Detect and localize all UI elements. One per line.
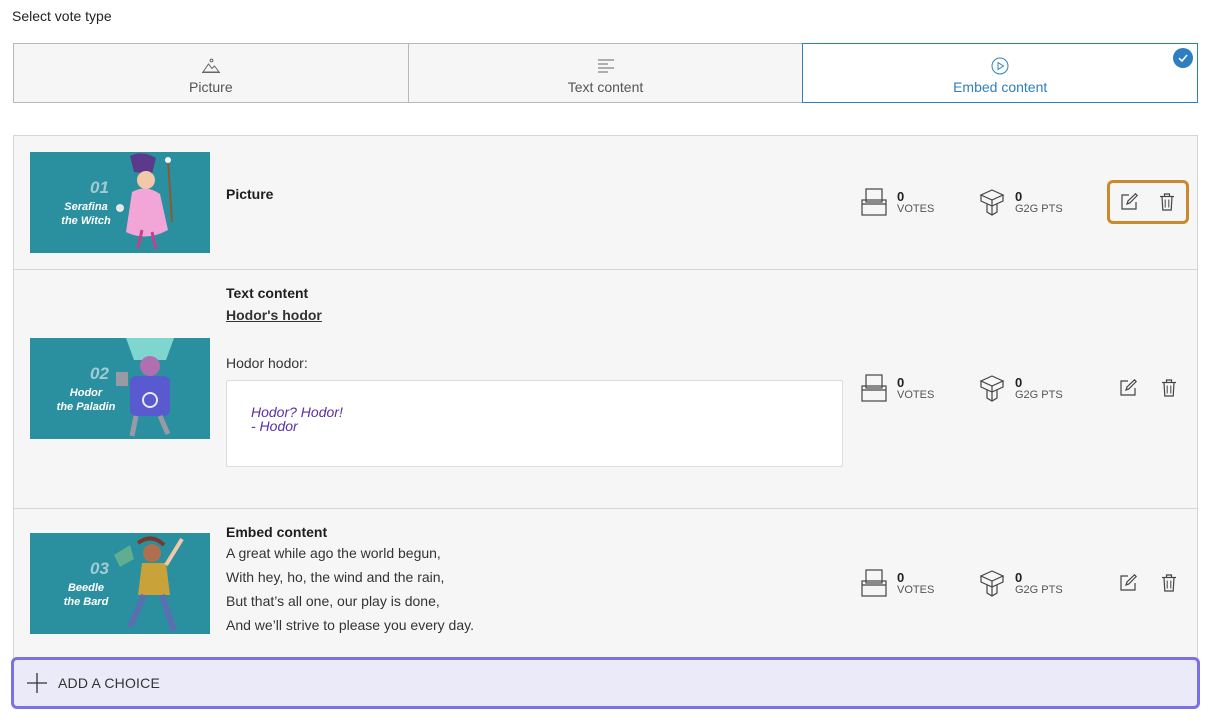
votes-count: 0 (897, 188, 905, 204)
edit-icon (1121, 193, 1138, 210)
add-choice-button[interactable]: ADD A CHOICE (11, 657, 1200, 709)
quote-block: Hodor? Hodor! - Hodor (226, 380, 843, 467)
points-label: G2G PTS (1015, 583, 1063, 596)
votes-count: 0 (897, 374, 905, 390)
choice-title: Embed content (226, 524, 328, 540)
points-label: G2G PTS (1015, 388, 1063, 401)
trash-icon (1161, 574, 1176, 592)
character-name: Hodor the Paladin (56, 387, 116, 413)
character-name: Serafina the Witch (61, 201, 111, 227)
plus-icon (27, 673, 47, 693)
votes-label: VOTES (897, 202, 935, 215)
choice-thumbnail: 01 Serafina the Witch (30, 152, 210, 253)
selected-check-icon (1173, 48, 1194, 68)
delete-button[interactable] (1158, 377, 1180, 399)
edit-button[interactable] (1118, 191, 1140, 213)
votes-stat: 0 VOTES (861, 569, 934, 597)
g2g-points-icon (979, 189, 1005, 216)
add-choice-label: ADD A CHOICE (58, 675, 160, 691)
tab-embed-content[interactable]: Embed content (802, 43, 1199, 103)
g2g-points-icon (979, 375, 1005, 402)
choice-number: 03 (90, 559, 109, 578)
delete-button[interactable] (1156, 191, 1178, 213)
vote-type-tabs: Picture Text content Embed content (13, 43, 1199, 103)
choice-actions (1107, 180, 1189, 224)
ballot-box-icon (861, 569, 887, 597)
ballot-box-icon (861, 188, 887, 216)
edit-button[interactable] (1117, 572, 1139, 594)
choice-poem-text: A great while ago the world begun, With … (226, 545, 474, 633)
choice-list: 01 Serafina the Witch Picture 0 VOTES 0 … (13, 135, 1198, 659)
choice-number: 02 (90, 364, 109, 383)
choice-number: 01 (90, 178, 109, 197)
choice-title: Text content (226, 285, 309, 301)
votes-stat: 0 VOTES (861, 188, 934, 216)
choice-item: 01 Serafina the Witch Picture 0 VOTES 0 … (14, 136, 1197, 270)
tab-text-content[interactable]: Text content (407, 43, 803, 103)
tab-label: Picture (189, 79, 233, 95)
text-lines-icon (597, 59, 614, 73)
tab-picture[interactable]: Picture (13, 43, 408, 103)
points-label: G2G PTS (1015, 202, 1063, 215)
choice-item: 03 Beedle the Bard Embed content A great… (14, 509, 1197, 659)
choice-subtitle-link[interactable]: Hodor's hodor (226, 307, 322, 323)
edit-icon (1119, 574, 1137, 591)
trash-icon (1160, 193, 1174, 211)
picture-icon (201, 58, 220, 73)
quote-text: Hodor? Hodor! - Hodor (251, 404, 343, 434)
points-count: 0 (1015, 569, 1023, 585)
points-stat: 0 G2G PTS (979, 188, 1063, 216)
play-circle-icon (991, 57, 1009, 75)
character-illustration (116, 338, 174, 437)
tab-label: Text content (567, 79, 644, 95)
character-name: Beedle the Bard (63, 582, 109, 608)
choice-title: Picture (226, 186, 274, 202)
choice-thumbnail: 03 Beedle the Bard (30, 533, 210, 634)
votes-label: VOTES (897, 388, 935, 401)
votes-stat: 0 VOTES (861, 374, 934, 402)
choice-description: Hodor hodor: (226, 355, 308, 371)
points-count: 0 (1015, 374, 1023, 390)
character-illustration (114, 536, 184, 632)
choice-actions (1107, 366, 1189, 410)
votes-label: VOTES (897, 583, 935, 596)
points-stat: 0 G2G PTS (979, 569, 1063, 597)
choice-item: 02 Hodor the Paladin Text content Hodor'… (14, 270, 1197, 509)
edit-button[interactable] (1117, 377, 1139, 399)
tab-label: Embed content (953, 79, 1048, 95)
points-stat: 0 G2G PTS (979, 374, 1063, 402)
ballot-box-icon (861, 374, 887, 402)
votes-count: 0 (897, 569, 905, 585)
trash-icon (1161, 379, 1176, 397)
page-heading: Select vote type (12, 8, 112, 24)
character-illustration (116, 153, 173, 250)
choice-actions (1107, 561, 1189, 605)
delete-button[interactable] (1158, 572, 1180, 594)
edit-icon (1119, 379, 1137, 396)
g2g-points-icon (979, 570, 1005, 597)
points-count: 0 (1015, 188, 1023, 204)
choice-thumbnail: 02 Hodor the Paladin (30, 338, 210, 439)
